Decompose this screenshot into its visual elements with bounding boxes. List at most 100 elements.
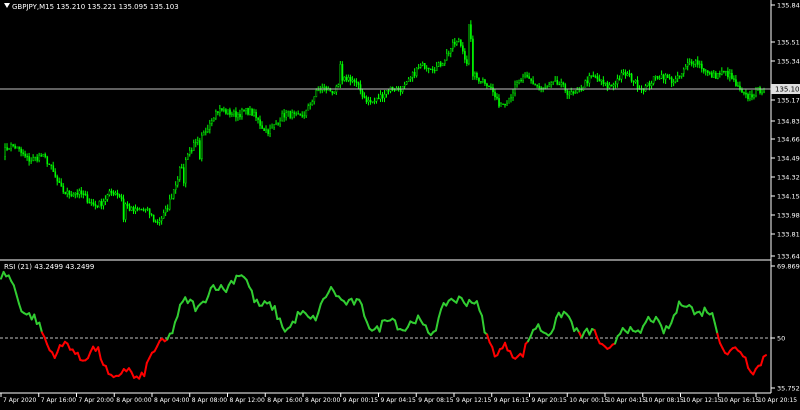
- rsi-segment: [318, 304, 321, 313]
- rsi-segment: [295, 312, 298, 323]
- candle: [502, 103, 503, 104]
- rsi-segment: [572, 322, 575, 331]
- rsi-segment: [367, 322, 370, 329]
- current-price-label: 135.103: [775, 86, 800, 94]
- rsi-segment: [78, 353, 81, 360]
- rsi-segment: [615, 336, 618, 343]
- candle: [43, 154, 44, 157]
- price-chart-panel[interactable]: GBPJPY,M15 135.210 135.221 135.095 135.1…: [0, 0, 771, 261]
- time-tick-label: 9 Apr 00:15: [343, 397, 378, 404]
- rsi-segment: [88, 352, 91, 358]
- price-tick-label: 134.660: [777, 136, 800, 144]
- candle: [99, 200, 100, 207]
- rsi-segment: [98, 347, 101, 359]
- candle: [424, 63, 425, 69]
- time-tick-label: 9 Apr 12:15: [456, 397, 491, 404]
- time-tick-label: 8 Apr 08:00: [192, 397, 227, 404]
- time-tick-label: 10 Apr 08:15: [645, 397, 684, 404]
- time-tick-label: 10 Apr 04:15: [607, 397, 646, 404]
- candle: [406, 81, 407, 85]
- time-tick-label: 8 Apr 04:00: [154, 397, 189, 404]
- rsi-segment: [226, 285, 229, 292]
- rsi-segment: [746, 358, 749, 368]
- price-tick-label: 135.170: [777, 97, 800, 105]
- time-tick-label: 7 Apr 16:00: [41, 397, 76, 404]
- price-tick-label: 134.830: [777, 118, 800, 126]
- time-tick-label: 8 Apr 00:00: [116, 397, 151, 404]
- time-tick-label: 10 Apr 16:15: [720, 397, 759, 404]
- panel-separator[interactable]: [0, 259, 771, 261]
- candle: [611, 85, 612, 87]
- candle: [199, 138, 200, 160]
- rsi-segment: [482, 316, 485, 333]
- rsi-segment: [554, 318, 557, 329]
- rsi-segment: [676, 302, 679, 313]
- rsi-segment: [316, 313, 319, 320]
- candle: [508, 98, 509, 103]
- rsi-segment: [426, 325, 429, 332]
- rsi-segment: [14, 285, 17, 294]
- candle: [201, 132, 202, 161]
- rsi-tick-label: 35.752: [777, 385, 800, 393]
- time-tick-label: 10 Apr 00:15: [569, 397, 608, 404]
- rsi-segment: [715, 323, 718, 334]
- rsi-segment: [280, 318, 283, 327]
- rsi-segment: [456, 297, 459, 303]
- time-tick-label: 9 Apr 08:15: [418, 397, 453, 404]
- rsi-segment: [538, 324, 541, 330]
- rsi-segment: [193, 301, 196, 311]
- rsi-segment: [595, 330, 598, 337]
- rsi-segment: [439, 309, 442, 318]
- candle: [468, 25, 469, 66]
- rsi-segment: [275, 306, 278, 319]
- candle: [330, 88, 331, 92]
- rsi-segment: [172, 322, 175, 333]
- price-plot-area[interactable]: [0, 0, 771, 261]
- rsi-header: RSI (21) 43.2499 43.2499: [4, 263, 94, 271]
- price-chart-header: GBPJPY,M15 135.210 135.221 135.095 135.1…: [12, 3, 179, 11]
- price-tick-label: 135.845: [777, 2, 800, 10]
- rsi-segment: [761, 357, 764, 366]
- candle: [472, 36, 473, 80]
- candle: [340, 61, 341, 88]
- rsi-segment: [106, 366, 109, 374]
- time-tick-label: 10 Apr 12:15: [683, 397, 722, 404]
- time-tick-label: 7 Apr 20:00: [79, 397, 114, 404]
- rsi-panel[interactable]: RSI (21) 43.2499 43.2499 69.86915035.752: [0, 263, 800, 393]
- chart-canvas[interactable]: GBPJPY,M15 135.210 135.221 135.095 135.1…: [0, 0, 800, 406]
- candle: [430, 69, 431, 70]
- rsi-segment: [16, 294, 19, 303]
- rsi-segment: [436, 318, 439, 330]
- rsi-segment: [671, 315, 674, 323]
- rsi-segment: [763, 355, 766, 357]
- rsi-segment: [19, 303, 22, 311]
- candle: [123, 195, 124, 223]
- rsi-segment: [523, 344, 526, 357]
- rsi-segment: [144, 363, 147, 376]
- rsi-segment: [717, 334, 720, 343]
- rsi-segment: [531, 330, 534, 336]
- candle: [179, 166, 180, 182]
- rsi-segment: [178, 305, 181, 317]
- time-tick-label: 7 Apr 2020: [3, 397, 36, 404]
- price-tick-label: 133.645: [777, 253, 800, 261]
- time-tick-label: 8 Apr 16:00: [267, 397, 302, 404]
- price-tick-label: 134.150: [777, 193, 800, 201]
- candle: [585, 80, 586, 88]
- rsi-segment: [380, 321, 383, 332]
- rsi-segment: [641, 326, 644, 333]
- rsi-segment: [57, 345, 60, 352]
- time-axis[interactable]: 7 Apr 2020 7 Apr 16:007 Apr 20:008 Apr 00…: [0, 393, 797, 404]
- time-tick-label: 9 Apr 16:15: [494, 397, 529, 404]
- candle: [185, 157, 186, 187]
- rsi-segment: [39, 323, 42, 333]
- current-price-marker: 135.103: [771, 84, 800, 94]
- rsi-segment: [247, 280, 250, 287]
- time-tick-label: 9 Apr 04:15: [381, 397, 416, 404]
- price-tick-label: 135.340: [777, 58, 800, 66]
- rsi-segment: [505, 343, 508, 351]
- rsi-segment: [692, 307, 695, 314]
- time-tick-label: 9 Apr 20:15: [532, 397, 567, 404]
- rsi-segment: [206, 296, 209, 302]
- price-axis[interactable]: 135.845135.510135.340135.170134.830134.6…: [771, 0, 800, 393]
